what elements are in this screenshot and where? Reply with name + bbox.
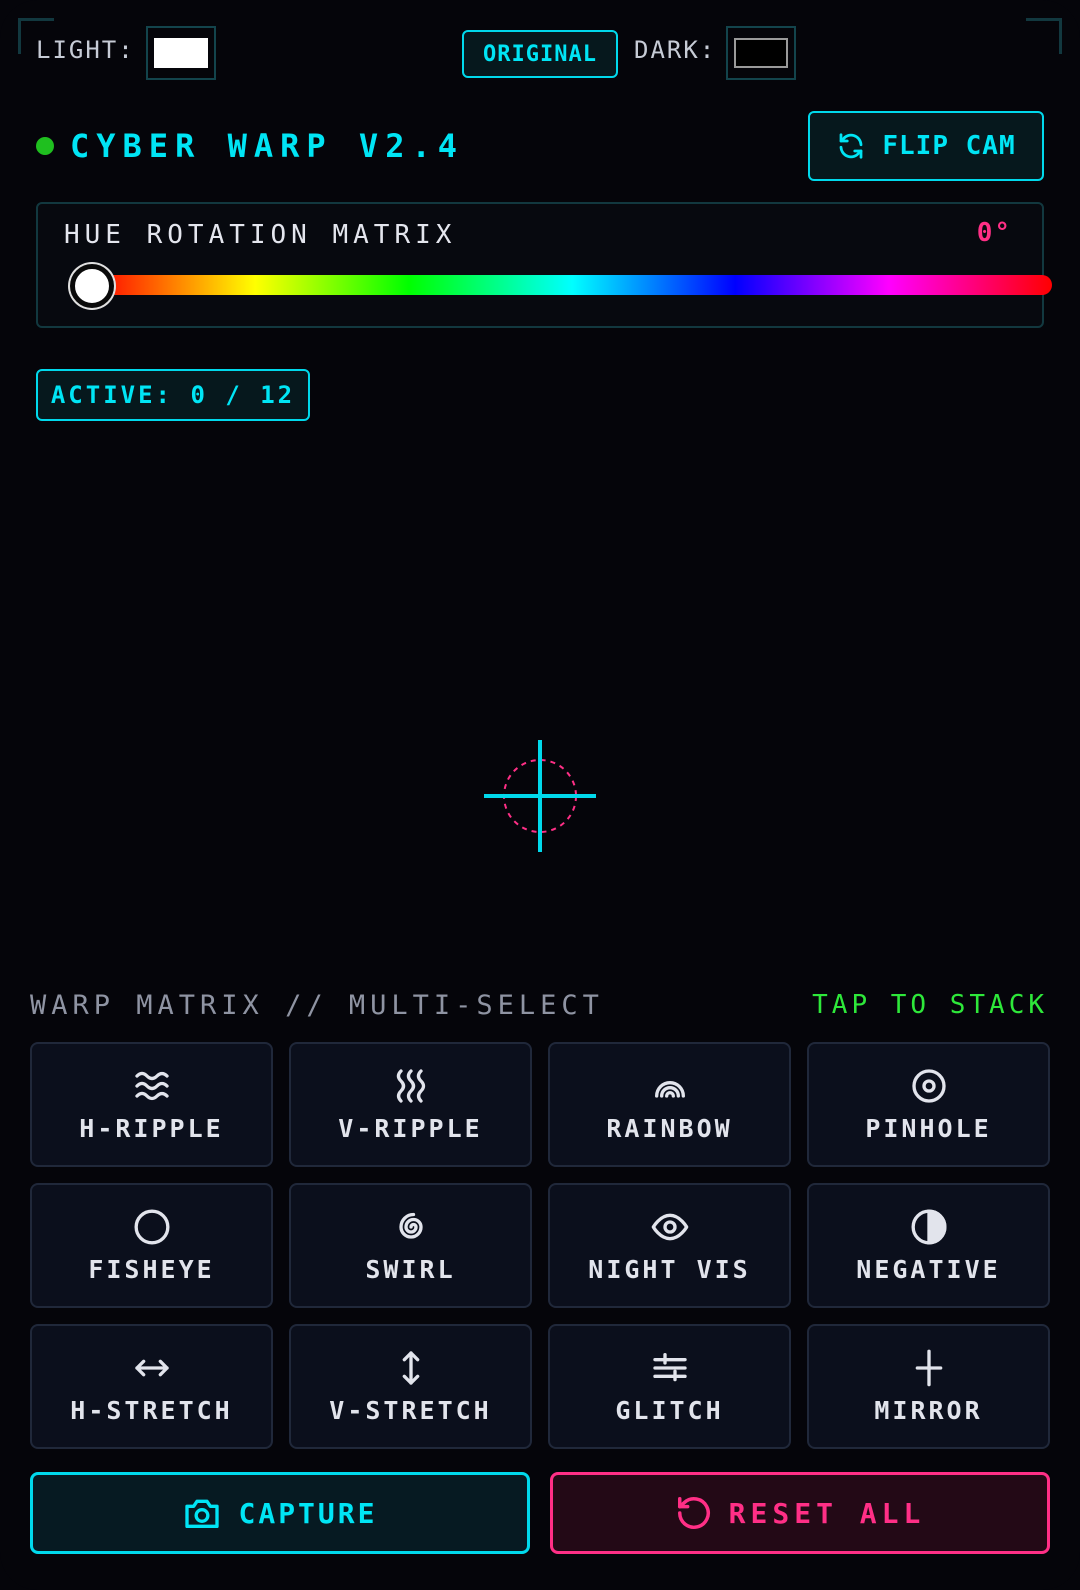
camera-icon bbox=[185, 1499, 220, 1528]
glitch-lines-icon bbox=[652, 1353, 687, 1382]
effect-label: GLITCH bbox=[615, 1396, 724, 1425]
mirror-axis-icon bbox=[915, 1349, 942, 1387]
rainbow-icon bbox=[654, 1081, 685, 1098]
light-label: LIGHT: bbox=[36, 36, 135, 64]
effect-label: FISHEYE bbox=[88, 1255, 215, 1284]
target-icon bbox=[911, 1069, 946, 1103]
effect-label: NIGHT VIS bbox=[588, 1255, 751, 1284]
reset-all-label: RESET ALL bbox=[728, 1496, 926, 1530]
reset-all-button[interactable]: RESET ALL bbox=[550, 1472, 1050, 1554]
spiral-icon bbox=[398, 1212, 423, 1239]
warp-matrix-title: WARP MATRIX // MULTI-SELECT bbox=[30, 990, 604, 1021]
flip-cam-button[interactable]: FLIP CAM bbox=[808, 111, 1044, 181]
hue-slider-track[interactable] bbox=[92, 275, 1052, 295]
effect-tile-rainbow[interactable]: RAINBOW bbox=[548, 1042, 791, 1167]
dark-label: DARK: bbox=[634, 36, 717, 64]
vertical-waves-icon bbox=[396, 1069, 425, 1103]
calibration-bar: LIGHT: ORIGINAL DARK: bbox=[36, 26, 1044, 80]
hue-slider-thumb[interactable] bbox=[70, 264, 114, 308]
effect-label: SWIRL bbox=[365, 1255, 456, 1284]
active-count-badge: ACTIVE: 0 / 12 bbox=[36, 369, 310, 421]
app-title: CYBER WARP V2.4 bbox=[70, 127, 464, 165]
eye-icon bbox=[651, 1213, 688, 1241]
effect-tile-pinhole[interactable]: PINHOLE bbox=[807, 1042, 1050, 1167]
effect-label: RAINBOW bbox=[606, 1114, 733, 1143]
effect-label: NEGATIVE bbox=[856, 1255, 1001, 1284]
flip-cam-label: FLIP CAM bbox=[882, 131, 1016, 161]
effect-tile-v-stretch[interactable]: V-STRETCH bbox=[289, 1324, 532, 1449]
refresh-icon bbox=[840, 133, 863, 159]
vertical-arrows-icon bbox=[402, 1351, 419, 1385]
horizontal-arrows-icon bbox=[134, 1359, 169, 1377]
hue-rotation-panel: HUE ROTATION MATRIX 0° bbox=[36, 202, 1052, 328]
effect-label: V-STRETCH bbox=[329, 1396, 492, 1425]
effect-tile-night-vis[interactable]: NIGHT VIS bbox=[548, 1183, 791, 1308]
effect-tile-negative[interactable]: NEGATIVE bbox=[807, 1183, 1050, 1308]
original-button[interactable]: ORIGINAL bbox=[462, 30, 618, 78]
effect-tile-glitch[interactable]: GLITCH bbox=[548, 1324, 791, 1449]
effect-label: H-RIPPLE bbox=[79, 1114, 224, 1143]
effect-tile-h-ripple[interactable]: H-RIPPLE bbox=[30, 1042, 273, 1167]
reset-icon bbox=[677, 1497, 710, 1529]
effect-label: MIRROR bbox=[874, 1396, 983, 1425]
effect-tile-v-ripple[interactable]: V-RIPPLE bbox=[289, 1042, 532, 1167]
effect-tile-fisheye[interactable]: FISHEYE bbox=[30, 1183, 273, 1308]
warp-matrix-hint: TAP TO STACK bbox=[812, 990, 1048, 1020]
capture-button[interactable]: CAPTURE bbox=[30, 1472, 530, 1554]
effect-grid: H-RIPPLE V-RIPPLE RAINBOW PINHOLE FISHEY… bbox=[30, 1042, 1050, 1449]
waves-icon bbox=[134, 1071, 169, 1101]
status-indicator bbox=[36, 137, 54, 155]
effect-tile-mirror[interactable]: MIRROR bbox=[807, 1324, 1050, 1449]
effect-tile-h-stretch[interactable]: H-STRETCH bbox=[30, 1324, 273, 1449]
effect-label: PINHOLE bbox=[865, 1114, 992, 1143]
crosshair-icon bbox=[484, 740, 596, 852]
hue-rotation-title: HUE ROTATION MATRIX bbox=[64, 220, 457, 250]
effect-tile-swirl[interactable]: SWIRL bbox=[289, 1183, 532, 1308]
effect-label: H-STRETCH bbox=[70, 1396, 233, 1425]
contrast-icon bbox=[911, 1209, 946, 1245]
effect-label: V-RIPPLE bbox=[338, 1114, 483, 1143]
hue-rotation-value: 0° bbox=[976, 218, 1012, 248]
capture-label: CAPTURE bbox=[238, 1496, 378, 1530]
circle-icon bbox=[134, 1209, 169, 1245]
app-window: LIGHT: ORIGINAL DARK: CYBER WARP V2.4 FL… bbox=[0, 0, 1080, 1590]
light-swatch-fill bbox=[154, 38, 208, 68]
dark-swatch[interactable] bbox=[726, 26, 796, 80]
dark-swatch-fill bbox=[734, 38, 788, 68]
light-swatch[interactable] bbox=[146, 26, 216, 80]
